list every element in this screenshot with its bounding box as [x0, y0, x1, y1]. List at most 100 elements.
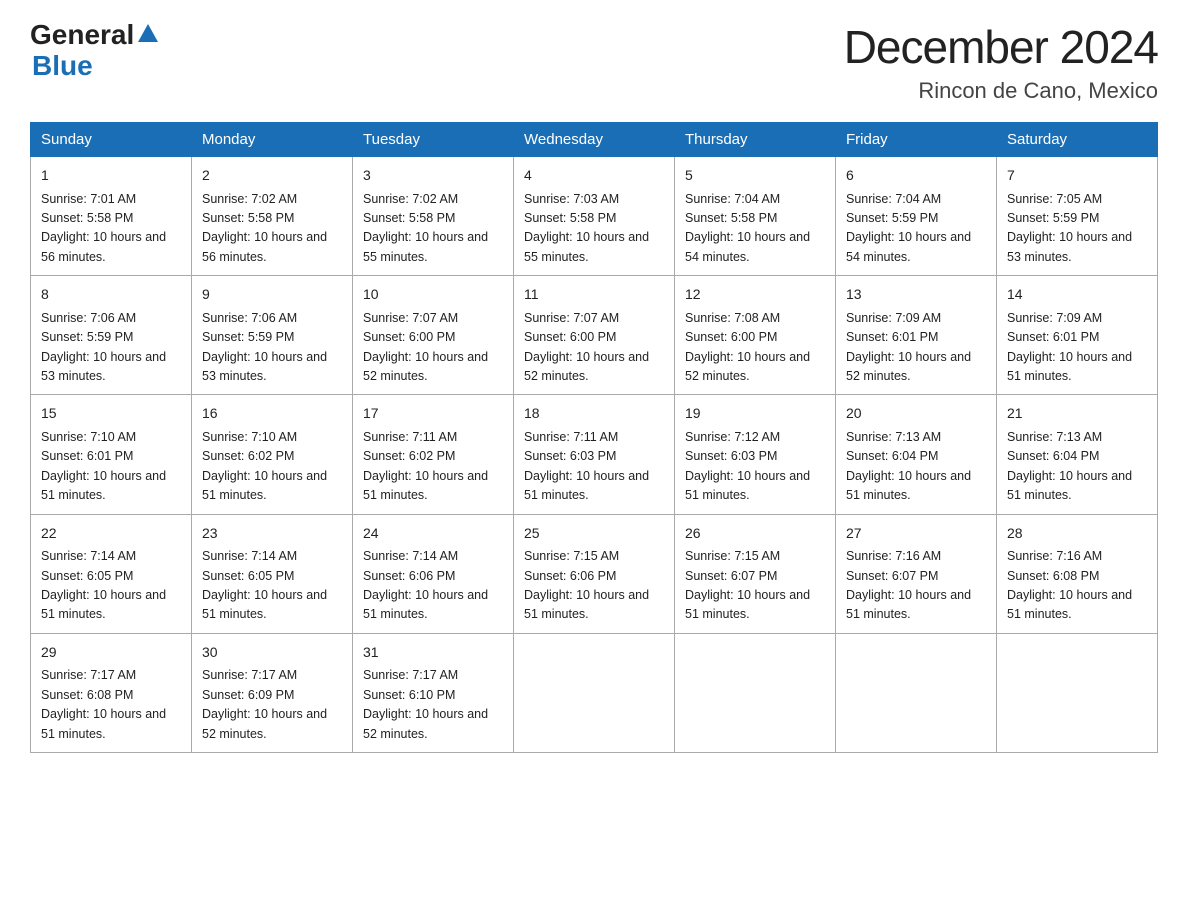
calendar-day-cell: 5 Sunrise: 7:04 AMSunset: 5:58 PMDayligh…: [675, 157, 836, 276]
day-number: 13: [846, 284, 986, 306]
calendar-day-cell: 6 Sunrise: 7:04 AMSunset: 5:59 PMDayligh…: [836, 157, 997, 276]
day-info: Sunrise: 7:11 AMSunset: 6:02 PMDaylight:…: [363, 430, 488, 502]
calendar-table: SundayMondayTuesdayWednesdayThursdayFrid…: [30, 122, 1158, 753]
day-number: 4: [524, 165, 664, 187]
day-number: 9: [202, 284, 342, 306]
day-number: 22: [41, 523, 181, 545]
day-info: Sunrise: 7:04 AMSunset: 5:59 PMDaylight:…: [846, 192, 971, 264]
day-number: 12: [685, 284, 825, 306]
day-info: Sunrise: 7:17 AMSunset: 6:08 PMDaylight:…: [41, 668, 166, 740]
logo-blue-text: Blue: [32, 51, 158, 82]
calendar-day-cell: 2 Sunrise: 7:02 AMSunset: 5:58 PMDayligh…: [192, 157, 353, 276]
calendar-day-cell: 7 Sunrise: 7:05 AMSunset: 5:59 PMDayligh…: [997, 157, 1158, 276]
logo: General Blue: [30, 20, 158, 82]
day-info: Sunrise: 7:04 AMSunset: 5:58 PMDaylight:…: [685, 192, 810, 264]
day-number: 30: [202, 642, 342, 664]
day-number: 21: [1007, 403, 1147, 425]
calendar-day-cell: 27 Sunrise: 7:16 AMSunset: 6:07 PMDaylig…: [836, 514, 997, 633]
day-of-week-header: Thursday: [675, 123, 836, 157]
calendar-day-cell: 16 Sunrise: 7:10 AMSunset: 6:02 PMDaylig…: [192, 395, 353, 514]
logo-general-text: General: [30, 20, 134, 51]
calendar-day-cell: 28 Sunrise: 7:16 AMSunset: 6:08 PMDaylig…: [997, 514, 1158, 633]
day-info: Sunrise: 7:01 AMSunset: 5:58 PMDaylight:…: [41, 192, 166, 264]
day-info: Sunrise: 7:12 AMSunset: 6:03 PMDaylight:…: [685, 430, 810, 502]
day-info: Sunrise: 7:13 AMSunset: 6:04 PMDaylight:…: [1007, 430, 1132, 502]
calendar-day-cell: 8 Sunrise: 7:06 AMSunset: 5:59 PMDayligh…: [31, 276, 192, 395]
day-info: Sunrise: 7:14 AMSunset: 6:05 PMDaylight:…: [41, 549, 166, 621]
calendar-day-cell: 30 Sunrise: 7:17 AMSunset: 6:09 PMDaylig…: [192, 633, 353, 752]
calendar-day-cell: 9 Sunrise: 7:06 AMSunset: 5:59 PMDayligh…: [192, 276, 353, 395]
day-of-week-header: Monday: [192, 123, 353, 157]
calendar-day-cell: 18 Sunrise: 7:11 AMSunset: 6:03 PMDaylig…: [514, 395, 675, 514]
calendar-day-cell: 20 Sunrise: 7:13 AMSunset: 6:04 PMDaylig…: [836, 395, 997, 514]
day-number: 6: [846, 165, 986, 187]
calendar-day-cell: 17 Sunrise: 7:11 AMSunset: 6:02 PMDaylig…: [353, 395, 514, 514]
day-info: Sunrise: 7:07 AMSunset: 6:00 PMDaylight:…: [524, 311, 649, 383]
day-number: 20: [846, 403, 986, 425]
calendar-week-row: 15 Sunrise: 7:10 AMSunset: 6:01 PMDaylig…: [31, 395, 1158, 514]
day-number: 17: [363, 403, 503, 425]
day-info: Sunrise: 7:06 AMSunset: 5:59 PMDaylight:…: [202, 311, 327, 383]
day-info: Sunrise: 7:13 AMSunset: 6:04 PMDaylight:…: [846, 430, 971, 502]
calendar-week-row: 29 Sunrise: 7:17 AMSunset: 6:08 PMDaylig…: [31, 633, 1158, 752]
day-number: 16: [202, 403, 342, 425]
day-number: 5: [685, 165, 825, 187]
day-number: 18: [524, 403, 664, 425]
calendar-day-cell: 15 Sunrise: 7:10 AMSunset: 6:01 PMDaylig…: [31, 395, 192, 514]
calendar-day-cell: [836, 633, 997, 752]
calendar-title: December 2024: [844, 20, 1158, 74]
day-number: 7: [1007, 165, 1147, 187]
day-number: 23: [202, 523, 342, 545]
day-number: 31: [363, 642, 503, 664]
day-info: Sunrise: 7:07 AMSunset: 6:00 PMDaylight:…: [363, 311, 488, 383]
day-info: Sunrise: 7:06 AMSunset: 5:59 PMDaylight:…: [41, 311, 166, 383]
calendar-week-row: 8 Sunrise: 7:06 AMSunset: 5:59 PMDayligh…: [31, 276, 1158, 395]
day-number: 19: [685, 403, 825, 425]
calendar-day-cell: 4 Sunrise: 7:03 AMSunset: 5:58 PMDayligh…: [514, 157, 675, 276]
calendar-day-cell: 14 Sunrise: 7:09 AMSunset: 6:01 PMDaylig…: [997, 276, 1158, 395]
day-info: Sunrise: 7:16 AMSunset: 6:07 PMDaylight:…: [846, 549, 971, 621]
logo-arrow-icon: [138, 24, 158, 42]
day-info: Sunrise: 7:03 AMSunset: 5:58 PMDaylight:…: [524, 192, 649, 264]
calendar-day-cell: 13 Sunrise: 7:09 AMSunset: 6:01 PMDaylig…: [836, 276, 997, 395]
day-number: 28: [1007, 523, 1147, 545]
calendar-day-cell: [997, 633, 1158, 752]
day-info: Sunrise: 7:16 AMSunset: 6:08 PMDaylight:…: [1007, 549, 1132, 621]
day-number: 8: [41, 284, 181, 306]
day-number: 15: [41, 403, 181, 425]
day-of-week-header: Friday: [836, 123, 997, 157]
calendar-subtitle: Rincon de Cano, Mexico: [844, 78, 1158, 104]
calendar-day-cell: 3 Sunrise: 7:02 AMSunset: 5:58 PMDayligh…: [353, 157, 514, 276]
day-number: 10: [363, 284, 503, 306]
calendar-day-cell: 1 Sunrise: 7:01 AMSunset: 5:58 PMDayligh…: [31, 157, 192, 276]
title-block: December 2024 Rincon de Cano, Mexico: [844, 20, 1158, 104]
day-number: 29: [41, 642, 181, 664]
day-info: Sunrise: 7:10 AMSunset: 6:02 PMDaylight:…: [202, 430, 327, 502]
calendar-day-cell: [514, 633, 675, 752]
day-number: 27: [846, 523, 986, 545]
calendar-week-row: 22 Sunrise: 7:14 AMSunset: 6:05 PMDaylig…: [31, 514, 1158, 633]
day-info: Sunrise: 7:17 AMSunset: 6:09 PMDaylight:…: [202, 668, 327, 740]
day-info: Sunrise: 7:14 AMSunset: 6:06 PMDaylight:…: [363, 549, 488, 621]
day-of-week-header: Tuesday: [353, 123, 514, 157]
day-number: 25: [524, 523, 664, 545]
page-header: General Blue December 2024 Rincon de Can…: [30, 20, 1158, 104]
day-info: Sunrise: 7:15 AMSunset: 6:07 PMDaylight:…: [685, 549, 810, 621]
day-number: 3: [363, 165, 503, 187]
day-info: Sunrise: 7:17 AMSunset: 6:10 PMDaylight:…: [363, 668, 488, 740]
calendar-day-cell: 23 Sunrise: 7:14 AMSunset: 6:05 PMDaylig…: [192, 514, 353, 633]
calendar-header-row: SundayMondayTuesdayWednesdayThursdayFrid…: [31, 123, 1158, 157]
calendar-day-cell: 26 Sunrise: 7:15 AMSunset: 6:07 PMDaylig…: [675, 514, 836, 633]
day-number: 2: [202, 165, 342, 187]
day-number: 1: [41, 165, 181, 187]
day-info: Sunrise: 7:05 AMSunset: 5:59 PMDaylight:…: [1007, 192, 1132, 264]
calendar-day-cell: 24 Sunrise: 7:14 AMSunset: 6:06 PMDaylig…: [353, 514, 514, 633]
day-info: Sunrise: 7:11 AMSunset: 6:03 PMDaylight:…: [524, 430, 649, 502]
day-info: Sunrise: 7:02 AMSunset: 5:58 PMDaylight:…: [363, 192, 488, 264]
day-number: 26: [685, 523, 825, 545]
day-info: Sunrise: 7:09 AMSunset: 6:01 PMDaylight:…: [846, 311, 971, 383]
day-number: 11: [524, 284, 664, 306]
day-of-week-header: Sunday: [31, 123, 192, 157]
day-number: 24: [363, 523, 503, 545]
calendar-day-cell: 29 Sunrise: 7:17 AMSunset: 6:08 PMDaylig…: [31, 633, 192, 752]
